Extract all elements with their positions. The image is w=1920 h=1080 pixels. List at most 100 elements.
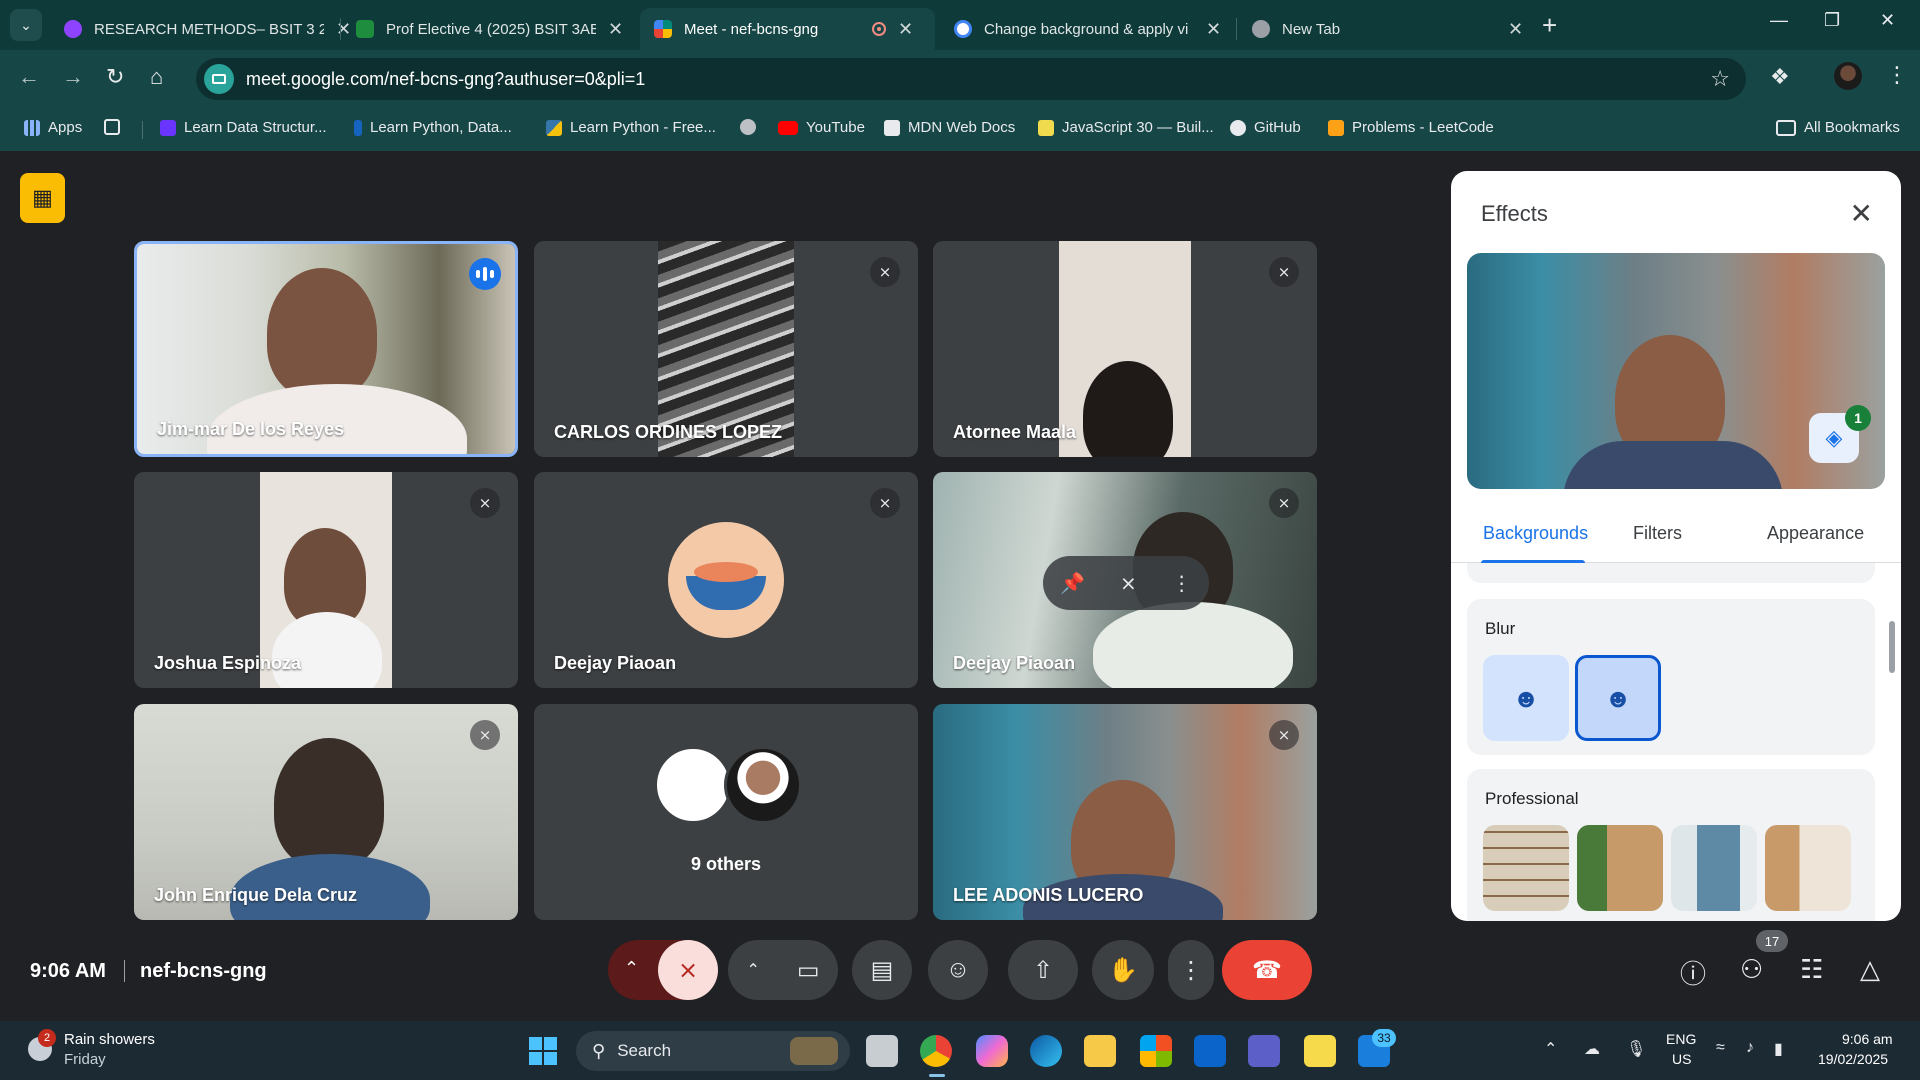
slight-blur-option[interactable]: ☻ — [1483, 655, 1569, 741]
bookmark-learn-python-data[interactable]: Learn Python, Data... — [354, 119, 512, 136]
participant-tile[interactable]: ⨯ LEE ADONIS LUCERO — [933, 704, 1317, 920]
bookmark-grid[interactable] — [104, 119, 128, 135]
close-window-icon[interactable]: ✕ — [1880, 10, 1895, 31]
others-tile[interactable]: 9 others — [534, 704, 918, 920]
mic-control-group: ⌃ ⨯ — [608, 940, 718, 1000]
bookmark-github[interactable]: GitHub — [1230, 119, 1301, 136]
raise-hand-button[interactable]: ✋ — [1092, 940, 1154, 1000]
bookmark-javascript30[interactable]: JavaScript 30 — Buil... — [1038, 119, 1214, 136]
new-tab-button[interactable]: + — [1542, 10, 1557, 41]
profile-avatar[interactable] — [1834, 62, 1862, 90]
participant-tile[interactable]: ⨯ John Enrique Dela Cruz — [134, 704, 518, 920]
microsoft-store-icon[interactable] — [1140, 1035, 1172, 1067]
battery-icon[interactable]: ▮ — [1774, 1039, 1783, 1059]
participant-tile[interactable]: Jim-mar De los Reyes — [134, 241, 518, 457]
more-options-button[interactable]: ⋮ — [1168, 940, 1214, 1000]
browser-tab-prof-elective[interactable]: Prof Elective 4 (2025) BSIT 3AB ✕ — [342, 8, 637, 50]
address-bar[interactable]: meet.google.com/nef-bcns-gng?authuser=0&… — [196, 58, 1746, 100]
browser-tab-research[interactable]: RESEARCH METHODS– BSIT 3 2 ✕ — [50, 8, 365, 50]
back-icon[interactable]: ← — [18, 64, 40, 90]
taskbar-search[interactable]: ⚲ Search — [576, 1031, 850, 1071]
home-icon[interactable]: ⌂ — [150, 64, 163, 90]
tab-search-button[interactable]: ⌄ — [10, 9, 42, 41]
messenger-icon — [64, 20, 82, 38]
full-blur-option[interactable]: ☻ — [1575, 655, 1661, 741]
apps-grid-icon — [24, 119, 40, 136]
camera-options-caret-icon[interactable]: ⌃ — [746, 960, 759, 980]
onedrive-icon[interactable]: ☁ — [1584, 1039, 1600, 1059]
browser-tab-new-tab[interactable]: New Tab ✕ — [1238, 8, 1537, 50]
tab-backgrounds[interactable]: Backgrounds — [1483, 523, 1588, 544]
meeting-details-icon[interactable]: ⓘ — [1680, 954, 1706, 991]
copilot-icon[interactable] — [976, 1035, 1008, 1067]
browser-menu-icon[interactable]: ⋮ — [1886, 62, 1908, 88]
task-view-icon[interactable] — [866, 1035, 898, 1067]
effects-scrollbar[interactable] — [1889, 621, 1895, 673]
tab-filters[interactable]: Filters — [1633, 523, 1682, 544]
tab-appearance[interactable]: Appearance — [1767, 523, 1864, 544]
minimize-icon[interactable]: — — [1770, 10, 1788, 31]
bookmark-divider — [142, 121, 143, 139]
weather-title[interactable]: Rain showers — [64, 1031, 155, 1048]
reactions-button[interactable]: ☺ — [928, 940, 988, 1000]
participant-tile[interactable]: ⨯ Atornee Maala — [933, 241, 1317, 457]
more-options-icon[interactable]: ⋮ — [1172, 571, 1192, 596]
chat-icon[interactable]: ☷ — [1800, 954, 1823, 985]
mic-toggle-button[interactable]: ⨯ — [658, 940, 718, 1000]
bookmark-leetcode[interactable]: Problems - LeetCode — [1328, 119, 1494, 136]
bookmark-learn-data-structures[interactable]: Learn Data Structur... — [160, 119, 327, 136]
background-bookshelf-option[interactable] — [1483, 825, 1569, 911]
mute-participant-icon[interactable]: ⨯ — [1120, 571, 1137, 596]
volume-icon[interactable]: ♪ — [1746, 1039, 1754, 1057]
start-button[interactable] — [529, 1037, 557, 1065]
participant-tile[interactable]: 📌 ⨯ ⋮ ⨯ Deejay Piaoan — [933, 472, 1317, 688]
participant-tile[interactable]: ⨯ Deejay Piaoan — [534, 472, 918, 688]
mic-options-caret-icon[interactable]: ⌃ — [624, 958, 639, 979]
bookmark-mdn[interactable]: MDN Web Docs — [884, 119, 1015, 136]
browser-tab-meet[interactable]: Meet - nef-bcns-gng ✕ — [640, 8, 935, 50]
background-lounge-option[interactable] — [1765, 825, 1851, 911]
close-tab-icon[interactable]: ✕ — [898, 19, 913, 40]
bookmark-youtube[interactable]: YouTube — [778, 119, 865, 136]
background-window-option[interactable] — [1671, 825, 1757, 911]
browser-tab-change-background[interactable]: Change background & apply vi ✕ — [940, 8, 1235, 50]
close-icon[interactable]: ✕ — [1850, 197, 1873, 230]
restore-icon[interactable]: ❐ — [1824, 10, 1840, 31]
activities-icon[interactable]: △ — [1860, 954, 1880, 985]
extensions-icon[interactable]: ❖ — [1770, 64, 1790, 90]
leave-call-button[interactable]: ☎ — [1222, 940, 1312, 1000]
present-button[interactable]: ⇧ — [1008, 940, 1078, 1000]
edge-icon[interactable] — [1030, 1035, 1062, 1067]
close-tab-icon[interactable]: ✕ — [1206, 19, 1221, 40]
site-info-icon[interactable] — [204, 64, 234, 94]
camera-toggle-icon[interactable]: ▭ — [797, 956, 820, 985]
forward-icon[interactable]: → — [62, 64, 84, 90]
meet-warning-badge[interactable]: ▦ — [20, 173, 65, 223]
all-bookmarks[interactable]: All Bookmarks — [1776, 119, 1900, 136]
participant-tile[interactable]: ⨯ CARLOS ORDINES LOPEZ — [534, 241, 918, 457]
clock-date[interactable]: 19/02/2025 — [1818, 1051, 1888, 1067]
microphone-icon[interactable]: 🎙 — [1626, 1039, 1646, 1059]
participant-tile[interactable]: ⨯ Joshua Espinoza — [134, 472, 518, 688]
pin-icon[interactable]: 📌 — [1060, 571, 1085, 596]
outlook-icon[interactable] — [1194, 1035, 1226, 1067]
show-hidden-icons[interactable]: ⌃ — [1544, 1039, 1557, 1059]
reload-icon[interactable]: ↻ — [106, 64, 124, 90]
close-tab-icon[interactable]: ✕ — [1508, 19, 1523, 40]
clock-time[interactable]: 9:06 am — [1842, 1031, 1893, 1047]
bookmark-learn-python-free[interactable]: Learn Python - Free... — [546, 119, 716, 136]
wifi-icon[interactable]: ≈ — [1716, 1039, 1725, 1057]
close-tab-icon[interactable]: ✕ — [608, 19, 623, 40]
captions-button[interactable]: ▤ — [852, 940, 912, 1000]
bookmark-apps[interactable]: Apps — [24, 119, 82, 136]
sticky-notes-icon[interactable] — [1304, 1035, 1336, 1067]
file-explorer-icon[interactable] — [1084, 1035, 1116, 1067]
language-indicator[interactable]: ENG — [1666, 1031, 1696, 1047]
people-icon[interactable]: ⚇ — [1740, 954, 1763, 985]
tab-divider — [340, 18, 341, 40]
background-plant-option[interactable] — [1577, 825, 1663, 911]
bookmark-globe[interactable] — [740, 119, 764, 135]
bookmark-star-icon[interactable]: ☆ — [1710, 66, 1730, 92]
teams-icon[interactable] — [1248, 1035, 1280, 1067]
chrome-icon[interactable] — [920, 1035, 952, 1067]
